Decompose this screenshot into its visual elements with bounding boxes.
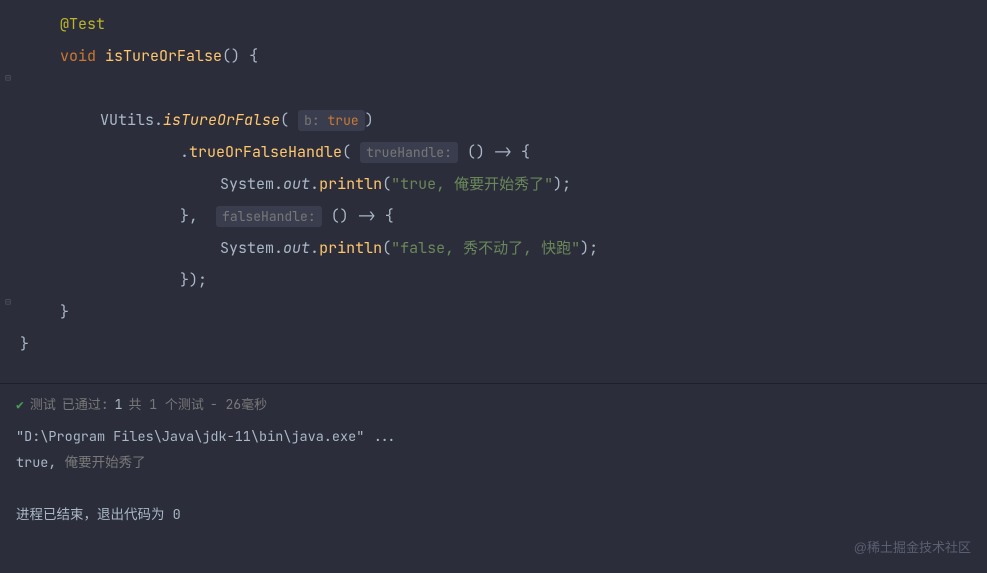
string-literal: "true, 俺要开始秀了" — [391, 174, 553, 194]
brace-close-paren: }); — [180, 270, 207, 290]
paren-close: ) — [580, 238, 589, 258]
console-blank-line — [16, 476, 971, 502]
test-duration: - 26毫秒 — [210, 392, 267, 418]
lambda-parens: () — [467, 142, 485, 162]
dot: . — [310, 174, 319, 194]
brace-close: }, — [180, 206, 198, 226]
fold-marker-icon[interactable]: ⊟ — [5, 74, 13, 82]
brace-open: { — [385, 206, 394, 226]
code-line: @Test — [20, 8, 987, 40]
dot: . — [274, 238, 283, 258]
code-line: } — [20, 328, 987, 360]
println: println — [319, 238, 382, 258]
param-hint-b: b: true — [298, 110, 365, 131]
status-passed: 已通过: — [62, 392, 109, 418]
println: println — [319, 174, 382, 194]
method-name: isTureOrFalse — [105, 46, 222, 66]
console-output-line: true, 俺要开始秀了 — [16, 450, 971, 476]
code-content[interactable]: @Test void isTureOrFalse() { VUtils.isTu… — [0, 8, 987, 360]
arrow: -> — [494, 142, 512, 162]
semicolon: ; — [589, 238, 598, 258]
paren-open: ( — [382, 238, 391, 258]
output-text: 俺要开始秀了 — [57, 454, 146, 472]
code-line-blank — [20, 72, 987, 104]
test-status-bar: ✔ 测试 已通过: 1共 1 个测试 - 26毫秒 — [16, 392, 971, 418]
editor-gutter: ⊟ ⊟ — [0, 0, 18, 383]
exit-prefix: 进程已结束，退出代码为 — [16, 506, 173, 524]
output-prefix: true, — [16, 454, 57, 472]
string-literal: "false, 秀不动了, 快跑" — [391, 238, 580, 258]
dot: . — [180, 142, 189, 162]
check-icon: ✔ — [16, 392, 24, 418]
keyword-void: void — [60, 46, 96, 66]
paren-close: ) — [365, 110, 374, 130]
paren-open: ( — [280, 110, 289, 130]
paren-close: ) — [553, 174, 562, 194]
dot: . — [154, 110, 163, 130]
console-panel[interactable]: ✔ 测试 已通过: 1共 1 个测试 - 26毫秒 "D:\Program Fi… — [0, 383, 987, 573]
dot: . — [274, 174, 283, 194]
code-editor[interactable]: ⊟ ⊟ @Test void isTureOrFalse() { VUtils.… — [0, 0, 987, 383]
method-call: trueOrFalseHandle — [189, 142, 342, 162]
brace-open: { — [521, 142, 530, 162]
test-count-num: 1 — [115, 392, 123, 418]
code-line: System.out.println("true, 俺要开始秀了"); — [20, 168, 987, 200]
system: System — [220, 238, 274, 258]
parens: () — [222, 46, 240, 66]
code-line: } — [20, 296, 987, 328]
test-count-suffix: 共 1 个测试 — [128, 392, 203, 418]
method-call: isTureOrFalse — [163, 110, 280, 130]
code-line: .trueOrFalseHandle( trueHandle: () -> { — [20, 136, 987, 168]
system: System — [220, 174, 274, 194]
brace-close: } — [20, 334, 29, 354]
code-line: VUtils.isTureOrFalse( b: true) — [20, 104, 987, 136]
fold-marker-icon[interactable]: ⊟ — [5, 298, 13, 306]
semicolon: ; — [562, 174, 571, 194]
code-line: void isTureOrFalse() { — [20, 40, 987, 72]
console-exit-line: 进程已结束，退出代码为 0 — [16, 502, 971, 528]
console-java-path: "D:\Program Files\Java\jdk-11\bin\java.e… — [16, 424, 971, 450]
arrow: -> — [358, 206, 376, 226]
out: out — [283, 238, 310, 258]
status-label: 测试 — [30, 392, 56, 418]
class-vutils: VUtils — [100, 110, 154, 130]
param-hint-falsehandle: falseHandle: — [216, 206, 322, 227]
paren-open: ( — [342, 142, 351, 162]
code-line: }); — [20, 264, 987, 296]
code-line: }, falseHandle: () -> { — [20, 200, 987, 232]
code-line: System.out.println("false, 秀不动了, 快跑"); — [20, 232, 987, 264]
annotation-test: @Test — [60, 14, 105, 34]
watermark-label: @稀土掘金技术社区 — [854, 535, 971, 561]
exit-code: 0 — [173, 506, 181, 524]
brace-close: } — [60, 302, 69, 322]
out: out — [283, 174, 310, 194]
dot: . — [310, 238, 319, 258]
paren-open: ( — [382, 174, 391, 194]
brace-open: { — [249, 46, 258, 66]
lambda-parens: () — [331, 206, 349, 226]
param-hint-truehandle: trueHandle: — [360, 142, 458, 163]
